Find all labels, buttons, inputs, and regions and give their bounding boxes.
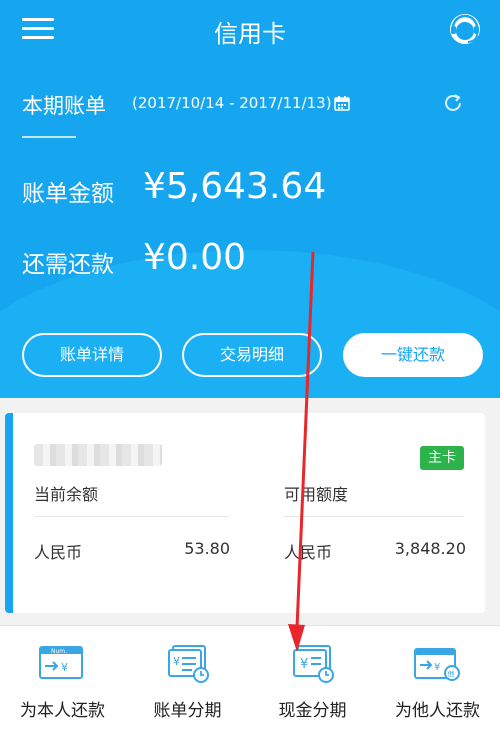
balance-currency: 人民币 <box>34 543 83 562</box>
refresh-icon[interactable] <box>442 92 464 114</box>
bill-amount-value: ¥5,643.64 <box>143 166 327 207</box>
balance-value: 53.80 <box>184 539 230 558</box>
bill-label-underline <box>22 136 76 138</box>
customer-service-icon[interactable] <box>447 11 483 47</box>
repay-others-action[interactable]: ¥ 他 为他人还款 <box>375 638 500 730</box>
bill-installment-action[interactable]: ¥ 账单分期 <box>125 638 250 730</box>
credit-currency: 人民币 <box>284 543 333 562</box>
cash-installment-icon: ¥ <box>293 645 334 683</box>
credit-label: 可用额度 <box>284 485 349 504</box>
credit-value: 3,848.20 <box>394 539 466 558</box>
card-divider-left <box>34 516 229 517</box>
bill-detail-button[interactable]: 账单详情 <box>22 333 162 377</box>
one-click-repay-button[interactable]: 一键还款 <box>343 333 483 377</box>
page-title: 信用卡 <box>214 20 286 48</box>
svg-text:¥: ¥ <box>300 657 308 672</box>
repay-self-action[interactable]: Num. ¥ 为本人还款 <box>0 638 125 730</box>
svg-text:¥: ¥ <box>61 661 68 674</box>
balance-label: 当前余额 <box>34 485 99 504</box>
cash-installment-action[interactable]: ¥ 现金分期 <box>250 638 375 730</box>
bill-date-range: (2017/10/14 - 2017/11/13) <box>132 94 332 112</box>
repay-others-label: 为他人还款 <box>395 701 480 721</box>
remaining-value: ¥0.00 <box>143 237 247 278</box>
transaction-detail-button[interactable]: 交易明细 <box>182 333 322 377</box>
repay-others-icon: ¥ 他 <box>414 648 460 681</box>
card-accent-bar <box>5 413 13 613</box>
bill-installment-label: 账单分期 <box>153 701 222 721</box>
svg-text:他: 他 <box>448 669 455 678</box>
masked-card-number <box>34 444 162 466</box>
bill-label: 本期账单 <box>22 94 106 118</box>
repay-self-icon: Num. ¥ <box>39 646 83 679</box>
primary-card-badge: 主卡 <box>420 446 464 470</box>
svg-text:Num.: Num. <box>51 648 67 655</box>
svg-text:¥: ¥ <box>173 655 180 668</box>
repay-self-label: 为本人还款 <box>20 701 105 721</box>
calendar-icon[interactable] <box>334 95 350 111</box>
remaining-label: 还需还款 <box>22 252 114 278</box>
bill-installment-icon: ¥ <box>168 645 209 683</box>
card-divider-right <box>284 516 464 517</box>
card-info-panel <box>5 413 485 613</box>
top-bar: 信用卡 <box>0 0 500 60</box>
cash-installment-label: 现金分期 <box>278 701 347 721</box>
bill-amount-label: 账单金额 <box>22 181 114 207</box>
svg-text:¥: ¥ <box>434 662 440 673</box>
